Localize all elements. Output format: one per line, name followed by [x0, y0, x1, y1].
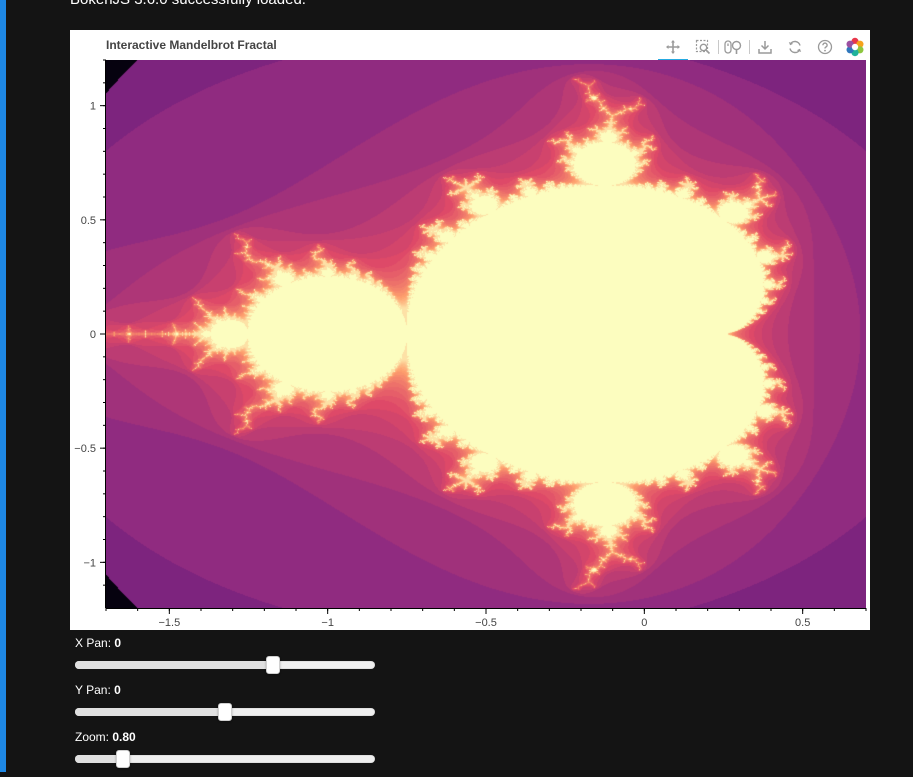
plot-toolbar: [658, 34, 870, 62]
y-tick-label: 0.5: [81, 215, 96, 227]
plot-canvas-area[interactable]: [106, 60, 866, 608]
x-pan-control: X Pan: 0: [75, 636, 385, 683]
zoom-label: Zoom: 0.80: [75, 730, 136, 744]
pan-tool-button[interactable]: [658, 34, 688, 62]
slider-handle[interactable]: [115, 750, 130, 768]
y-tick-label: 1: [90, 101, 96, 113]
slider-handle[interactable]: [265, 656, 280, 674]
y-pan-slider[interactable]: [75, 703, 375, 721]
bokeh-logo-button[interactable]: [840, 34, 870, 60]
y-pan-label: Y Pan: 0: [75, 683, 121, 697]
zoom-slider[interactable]: [75, 750, 375, 768]
x-tick-label: 0.5: [795, 617, 810, 629]
left-accent-bar: [0, 0, 6, 772]
y-tick-label: 0: [90, 329, 96, 341]
wheel-zoom-tool-button[interactable]: [719, 34, 749, 60]
x-tick-label: −1: [321, 617, 334, 629]
y-tick-label: −0.5: [74, 443, 96, 455]
slider-handle[interactable]: [218, 703, 232, 721]
x-pan-label: X Pan: 0: [75, 636, 122, 650]
zoom-value: 0.80: [112, 730, 136, 744]
wheel-zoom-tool-icon: [724, 40, 742, 54]
save-tool-button[interactable]: [750, 34, 780, 60]
controls-panel: X Pan: 0 Y Pan: 0 Zoom: 0.80: [75, 636, 385, 777]
pan-tool-icon: [666, 40, 680, 54]
plot-title: Interactive Mandelbrot Fractal: [106, 38, 277, 52]
reset-tool-button[interactable]: [780, 34, 810, 60]
mandelbrot-image[interactable]: [106, 60, 866, 608]
help-tool-button[interactable]: [810, 34, 840, 60]
y-pan-value: 0: [114, 683, 121, 697]
reset-tool-icon: [788, 40, 802, 54]
x-tick-label: −1.5: [158, 617, 180, 629]
x-tick-label: −0.5: [475, 617, 497, 629]
slider-fill: [75, 708, 225, 716]
y-tick-label: −1: [83, 557, 96, 569]
bokeh-load-status: BokehJS 3.6.0 successfully loaded.: [70, 0, 306, 8]
box-zoom-tool-button[interactable]: [688, 34, 718, 60]
y-pan-control: Y Pan: 0: [75, 683, 385, 730]
box-zoom-tool-icon: [695, 39, 711, 55]
slider-fill: [75, 661, 273, 669]
x-tick-label: 0: [641, 617, 647, 629]
save-tool-icon: [758, 41, 772, 54]
x-pan-slider[interactable]: [75, 656, 375, 674]
zoom-control: Zoom: 0.80: [75, 730, 385, 777]
x-pan-value: 0: [114, 636, 122, 650]
mandelbrot-plot: Interactive Mandelbrot Fractal −1.5 −1 −…: [70, 30, 870, 630]
help-tool-icon: [817, 39, 833, 55]
bokeh-logo-icon: [846, 37, 864, 57]
